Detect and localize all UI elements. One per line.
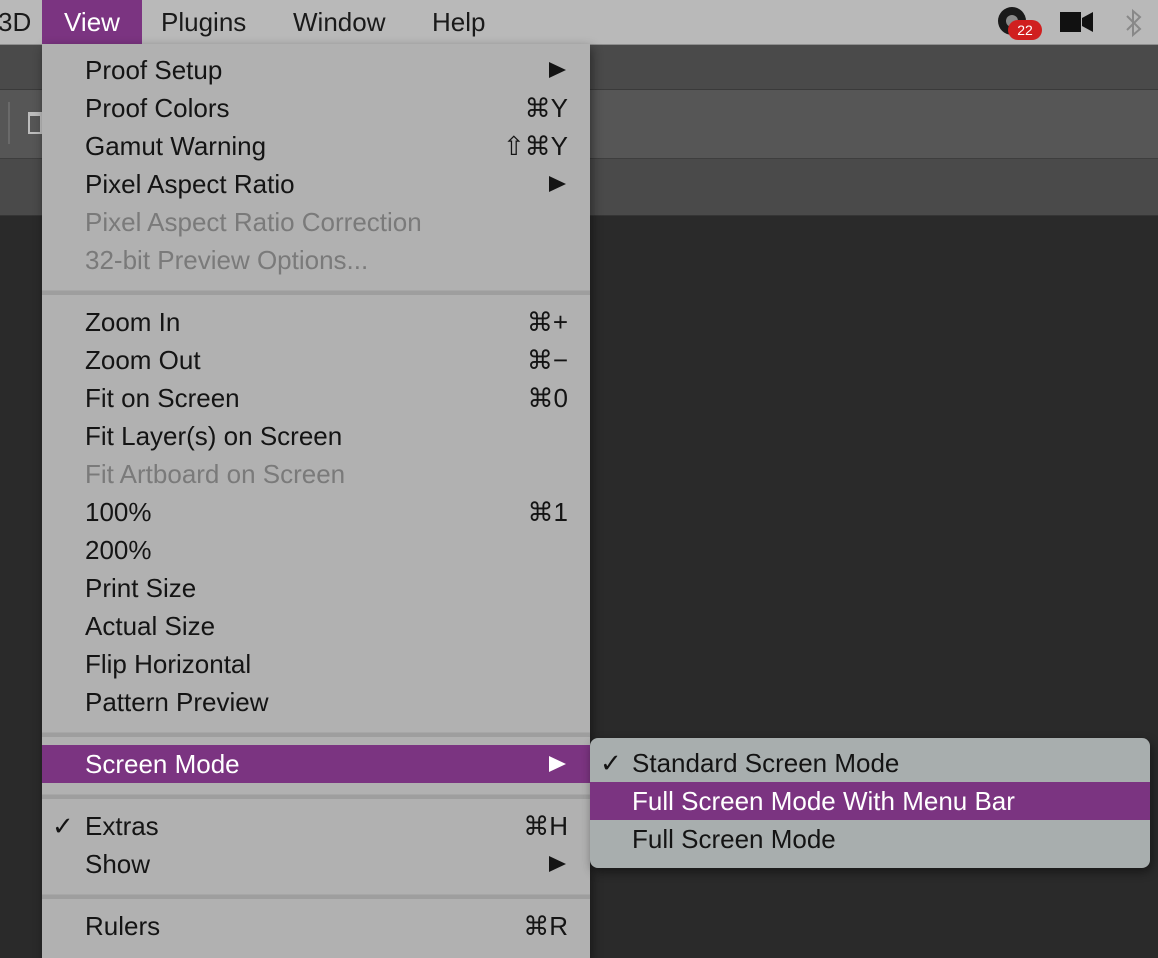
menu-item-shortcut: ⌘H: [523, 811, 568, 841]
menu-item-flip-horizontal[interactable]: Flip Horizontal: [42, 645, 590, 683]
menu-separator: [42, 794, 590, 799]
menu-item-shortcut: ⌘+: [526, 307, 568, 337]
menu-item-label: Pixel Aspect Ratio Correction: [85, 207, 422, 237]
menu-bar: 3D View Plugins Window Help 22: [0, 0, 1158, 45]
video-camera-icon[interactable]: [1060, 10, 1094, 34]
menu-item-shortcut: ⇧⌘Y: [502, 131, 568, 161]
menu-item-200-percent[interactable]: 200%: [42, 531, 590, 569]
menu-item-gamut-warning[interactable]: Gamut Warning ⇧⌘Y: [42, 127, 590, 165]
menubar-item-plugins[interactable]: Plugins: [143, 0, 264, 44]
submenu-arrow-icon: [549, 856, 566, 872]
screen-mode-submenu: ✓ Standard Screen Mode Full Screen Mode …: [590, 738, 1150, 868]
menu-item-actual-size[interactable]: Actual Size: [42, 607, 590, 645]
menu-item-label: Pattern Preview: [85, 687, 269, 717]
menu-item-rulers[interactable]: Rulers ⌘R: [42, 907, 590, 945]
menu-separator: [42, 894, 590, 899]
menu-item-shortcut: ⌘1: [527, 497, 568, 527]
menu-item-label: Flip Horizontal: [85, 649, 252, 679]
menu-item-pixel-aspect-ratio-correction: Pixel Aspect Ratio Correction: [42, 203, 590, 241]
menubar-item-help[interactable]: Help: [414, 0, 503, 44]
menu-item-fit-on-screen[interactable]: Fit on Screen ⌘0: [42, 379, 590, 417]
menu-item-label: Print Size: [85, 573, 197, 603]
notification-badge: 22: [1008, 20, 1042, 40]
menu-item-label: Extras: [85, 811, 159, 841]
menu-item-label: Fit Artboard on Screen: [85, 459, 346, 489]
menu-item-print-size[interactable]: Print Size: [42, 569, 590, 607]
menubar-item-view[interactable]: View: [42, 0, 142, 44]
menu-item-proof-setup[interactable]: Proof Setup: [42, 51, 590, 89]
menu-item-proof-colors[interactable]: Proof Colors ⌘Y: [42, 89, 590, 127]
menu-item-pixel-aspect-ratio[interactable]: Pixel Aspect Ratio: [42, 165, 590, 203]
menu-item-label: Rulers: [85, 911, 161, 941]
menu-item-label: 32-bit Preview Options...: [85, 245, 369, 275]
align-tool-icon[interactable]: [28, 112, 42, 134]
menu-item-fit-artboard-on-screen: Fit Artboard on Screen: [42, 455, 590, 493]
submenu-item-full-screen-with-menu-bar[interactable]: Full Screen Mode With Menu Bar: [590, 782, 1150, 820]
submenu-item-label: Standard Screen Mode: [632, 748, 900, 778]
submenu-arrow-icon: [549, 62, 566, 78]
view-menu: Proof Setup Proof Colors ⌘Y Gamut Warnin…: [42, 44, 590, 958]
menu-item-zoom-in[interactable]: Zoom In ⌘+: [42, 303, 590, 341]
menu-item-fit-layers-on-screen[interactable]: Fit Layer(s) on Screen: [42, 417, 590, 455]
menu-item-label: Pixel Aspect Ratio: [85, 169, 295, 199]
menu-item-label: Zoom Out: [85, 345, 201, 375]
menu-item-shortcut: ⌘Y: [524, 93, 568, 123]
checkmark-icon: ✓: [52, 811, 74, 841]
menu-item-label: 200%: [85, 535, 152, 565]
menu-item-label: Show: [85, 849, 151, 879]
menu-item-label: Screen Mode: [85, 749, 240, 779]
menu-item-pattern-preview[interactable]: Pattern Preview: [42, 683, 590, 721]
submenu-item-full-screen-mode[interactable]: Full Screen Mode: [590, 820, 1150, 858]
menu-item-label: Fit on Screen: [85, 383, 240, 413]
menu-item-shortcut: ⌘R: [523, 911, 568, 941]
menu-item-zoom-out[interactable]: Zoom Out ⌘−: [42, 341, 590, 379]
submenu-item-label: Full Screen Mode With Menu Bar: [632, 786, 1015, 816]
menu-item-extras[interactable]: ✓ Extras ⌘H: [42, 807, 590, 845]
menu-item-label: Proof Setup: [85, 55, 223, 85]
submenu-arrow-icon: [549, 176, 566, 192]
menu-item-label: Fit Layer(s) on Screen: [85, 421, 343, 451]
menu-item-label: Gamut Warning: [85, 131, 267, 161]
menu-item-label: 100%: [85, 497, 152, 527]
menu-item-label: Zoom In: [85, 307, 181, 337]
bluetooth-icon[interactable]: [1124, 8, 1144, 38]
submenu-item-standard-screen-mode[interactable]: ✓ Standard Screen Mode: [590, 744, 1150, 782]
menu-item-label: Actual Size: [85, 611, 216, 641]
submenu-item-label: Full Screen Mode: [632, 824, 836, 854]
menu-item-shortcut: ⌘−: [526, 345, 568, 375]
menu-separator: [42, 732, 590, 737]
menu-item-screen-mode[interactable]: Screen Mode: [42, 745, 590, 783]
menu-item-32bit-preview-options: 32-bit Preview Options...: [42, 241, 590, 279]
submenu-arrow-icon: [549, 756, 566, 772]
checkmark-icon: ✓: [600, 748, 622, 778]
menubar-item-window[interactable]: Window: [275, 0, 403, 44]
menu-item-shortcut: ⌘0: [527, 383, 568, 413]
menu-item-100-percent[interactable]: 100% ⌘1: [42, 493, 590, 531]
menu-item-label: Proof Colors: [85, 93, 230, 123]
menu-item-show[interactable]: Show: [42, 845, 590, 883]
toolbar-divider: [8, 102, 10, 144]
menu-separator: [42, 290, 590, 295]
